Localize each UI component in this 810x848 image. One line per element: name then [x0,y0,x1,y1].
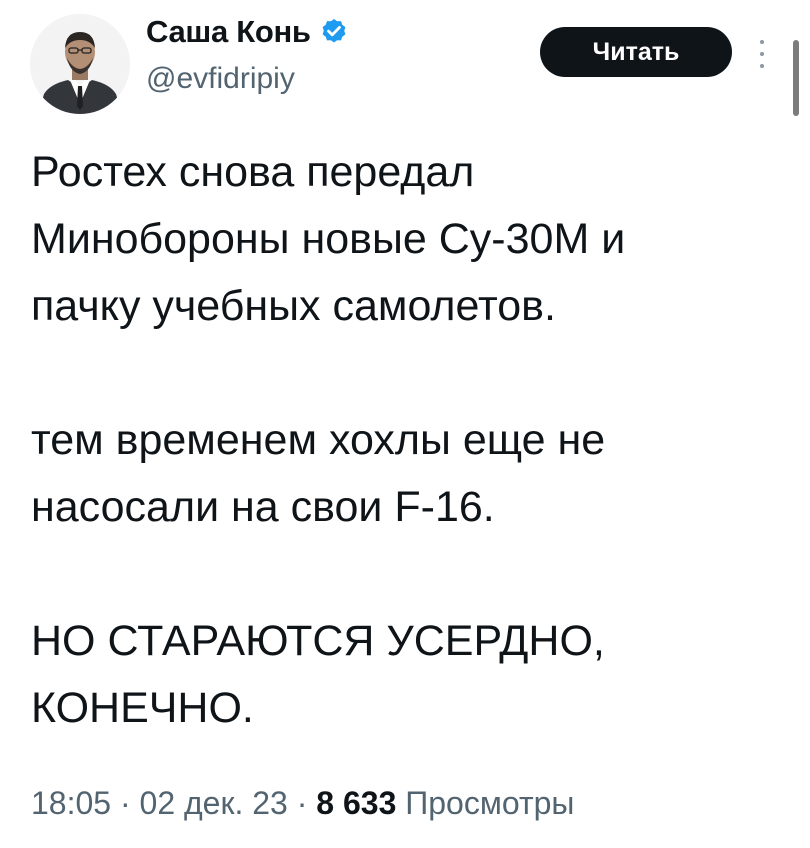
tweet-time[interactable]: 18:05 [31,785,111,821]
tweet-date[interactable]: 02 дек. 23 [140,785,288,821]
author-display-name[interactable]: Саша Конь [146,14,311,50]
tweet-text: Ростех снова передал Минобороны новые Су… [31,139,791,742]
meta-separator: · [119,785,131,821]
tweet-paragraph: Ростех снова передал Минобороны новые Су… [31,148,626,330]
author-handle[interactable]: @evfidripiy [146,62,295,96]
views-label: Просмотры [405,785,575,821]
author-name-row: Саша Конь [146,12,349,52]
meta-separator: · [296,785,308,821]
tweet-paragraph: тем временем хохлы еще не насосали на св… [31,416,606,531]
verified-badge-icon [322,19,346,43]
tweet-meta: 18:05 · 02 дек. 23 · 8 633 Просмотры [31,783,574,823]
follow-button[interactable]: Читать [540,27,732,77]
views-count[interactable]: 8 633 [316,785,396,821]
avatar-image [30,14,130,114]
avatar[interactable] [30,14,130,114]
tweet-paragraph: НО СТАРАЮТСЯ УСЕРДНО, КОНЕЧНО. [31,617,605,732]
more-vertical-icon[interactable] [758,34,766,74]
scrollbar-thumb[interactable] [793,40,799,116]
